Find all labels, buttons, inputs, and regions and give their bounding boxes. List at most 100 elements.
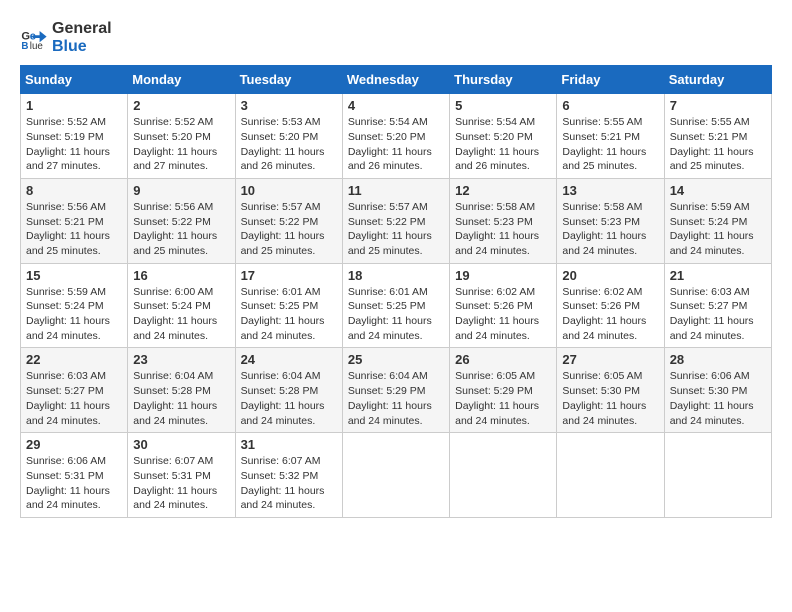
- weekday-header-cell: Sunday: [21, 66, 128, 94]
- day-info: Sunrise: 5:55 AM Sunset: 5:21 PM Dayligh…: [562, 115, 658, 174]
- day-number: 18: [348, 268, 444, 283]
- day-number: 21: [670, 268, 766, 283]
- day-number: 2: [133, 98, 229, 113]
- day-number: 5: [455, 98, 551, 113]
- day-info: Sunrise: 6:05 AM Sunset: 5:30 PM Dayligh…: [562, 369, 658, 428]
- day-cell: 20 Sunrise: 6:02 AM Sunset: 5:26 PM Dayl…: [557, 263, 664, 348]
- day-cell: [450, 433, 557, 518]
- day-cell: 16 Sunrise: 6:00 AM Sunset: 5:24 PM Dayl…: [128, 263, 235, 348]
- day-info: Sunrise: 6:01 AM Sunset: 5:25 PM Dayligh…: [348, 285, 444, 344]
- day-info: Sunrise: 6:01 AM Sunset: 5:25 PM Dayligh…: [241, 285, 337, 344]
- day-cell: 30 Sunrise: 6:07 AM Sunset: 5:31 PM Dayl…: [128, 433, 235, 518]
- day-number: 7: [670, 98, 766, 113]
- logo-line2: Blue: [52, 38, 112, 56]
- day-number: 8: [26, 183, 122, 198]
- day-cell: 1 Sunrise: 5:52 AM Sunset: 5:19 PM Dayli…: [21, 94, 128, 179]
- day-cell: 19 Sunrise: 6:02 AM Sunset: 5:26 PM Dayl…: [450, 263, 557, 348]
- calendar-body: 1 Sunrise: 5:52 AM Sunset: 5:19 PM Dayli…: [21, 94, 772, 518]
- day-cell: 6 Sunrise: 5:55 AM Sunset: 5:21 PM Dayli…: [557, 94, 664, 179]
- day-number: 4: [348, 98, 444, 113]
- day-number: 29: [26, 437, 122, 452]
- day-cell: 4 Sunrise: 5:54 AM Sunset: 5:20 PM Dayli…: [342, 94, 449, 179]
- day-cell: 29 Sunrise: 6:06 AM Sunset: 5:31 PM Dayl…: [21, 433, 128, 518]
- day-info: Sunrise: 6:06 AM Sunset: 5:31 PM Dayligh…: [26, 454, 122, 513]
- day-info: Sunrise: 5:52 AM Sunset: 5:19 PM Dayligh…: [26, 115, 122, 174]
- day-number: 3: [241, 98, 337, 113]
- day-number: 25: [348, 352, 444, 367]
- svg-text:lue: lue: [30, 41, 44, 52]
- day-info: Sunrise: 5:57 AM Sunset: 5:22 PM Dayligh…: [348, 200, 444, 259]
- day-cell: 8 Sunrise: 5:56 AM Sunset: 5:21 PM Dayli…: [21, 178, 128, 263]
- weekday-header-row: SundayMondayTuesdayWednesdayThursdayFrid…: [21, 66, 772, 94]
- day-cell: 17 Sunrise: 6:01 AM Sunset: 5:25 PM Dayl…: [235, 263, 342, 348]
- day-cell: 3 Sunrise: 5:53 AM Sunset: 5:20 PM Dayli…: [235, 94, 342, 179]
- logo-icon: G e B lue: [20, 24, 48, 52]
- day-cell: 31 Sunrise: 6:07 AM Sunset: 5:32 PM Dayl…: [235, 433, 342, 518]
- day-info: Sunrise: 6:02 AM Sunset: 5:26 PM Dayligh…: [562, 285, 658, 344]
- day-number: 30: [133, 437, 229, 452]
- day-cell: 25 Sunrise: 6:04 AM Sunset: 5:29 PM Dayl…: [342, 348, 449, 433]
- weekday-header-cell: Tuesday: [235, 66, 342, 94]
- day-info: Sunrise: 6:05 AM Sunset: 5:29 PM Dayligh…: [455, 369, 551, 428]
- weekday-header-cell: Thursday: [450, 66, 557, 94]
- day-cell: 12 Sunrise: 5:58 AM Sunset: 5:23 PM Dayl…: [450, 178, 557, 263]
- day-cell: 22 Sunrise: 6:03 AM Sunset: 5:27 PM Dayl…: [21, 348, 128, 433]
- day-cell: [664, 433, 771, 518]
- logo: G e B lue General Blue: [20, 20, 112, 55]
- day-info: Sunrise: 5:54 AM Sunset: 5:20 PM Dayligh…: [348, 115, 444, 174]
- weekday-header-cell: Wednesday: [342, 66, 449, 94]
- day-cell: 21 Sunrise: 6:03 AM Sunset: 5:27 PM Dayl…: [664, 263, 771, 348]
- day-info: Sunrise: 6:06 AM Sunset: 5:30 PM Dayligh…: [670, 369, 766, 428]
- day-number: 14: [670, 183, 766, 198]
- day-info: Sunrise: 5:52 AM Sunset: 5:20 PM Dayligh…: [133, 115, 229, 174]
- day-number: 17: [241, 268, 337, 283]
- day-cell: 24 Sunrise: 6:04 AM Sunset: 5:28 PM Dayl…: [235, 348, 342, 433]
- day-number: 12: [455, 183, 551, 198]
- day-cell: 7 Sunrise: 5:55 AM Sunset: 5:21 PM Dayli…: [664, 94, 771, 179]
- day-info: Sunrise: 5:59 AM Sunset: 5:24 PM Dayligh…: [670, 200, 766, 259]
- day-cell: 15 Sunrise: 5:59 AM Sunset: 5:24 PM Dayl…: [21, 263, 128, 348]
- weekday-header-cell: Saturday: [664, 66, 771, 94]
- day-number: 11: [348, 183, 444, 198]
- weekday-header-cell: Monday: [128, 66, 235, 94]
- day-number: 24: [241, 352, 337, 367]
- calendar-table: SundayMondayTuesdayWednesdayThursdayFrid…: [20, 65, 772, 518]
- day-cell: 2 Sunrise: 5:52 AM Sunset: 5:20 PM Dayli…: [128, 94, 235, 179]
- day-number: 27: [562, 352, 658, 367]
- day-cell: 27 Sunrise: 6:05 AM Sunset: 5:30 PM Dayl…: [557, 348, 664, 433]
- day-info: Sunrise: 5:57 AM Sunset: 5:22 PM Dayligh…: [241, 200, 337, 259]
- header: G e B lue General Blue: [20, 20, 772, 55]
- day-number: 10: [241, 183, 337, 198]
- day-number: 9: [133, 183, 229, 198]
- day-cell: 5 Sunrise: 5:54 AM Sunset: 5:20 PM Dayli…: [450, 94, 557, 179]
- day-info: Sunrise: 5:53 AM Sunset: 5:20 PM Dayligh…: [241, 115, 337, 174]
- day-info: Sunrise: 6:03 AM Sunset: 5:27 PM Dayligh…: [670, 285, 766, 344]
- day-cell: 13 Sunrise: 5:58 AM Sunset: 5:23 PM Dayl…: [557, 178, 664, 263]
- day-info: Sunrise: 6:07 AM Sunset: 5:32 PM Dayligh…: [241, 454, 337, 513]
- day-number: 28: [670, 352, 766, 367]
- week-row: 29 Sunrise: 6:06 AM Sunset: 5:31 PM Dayl…: [21, 433, 772, 518]
- day-info: Sunrise: 5:56 AM Sunset: 5:22 PM Dayligh…: [133, 200, 229, 259]
- day-info: Sunrise: 5:59 AM Sunset: 5:24 PM Dayligh…: [26, 285, 122, 344]
- day-info: Sunrise: 6:00 AM Sunset: 5:24 PM Dayligh…: [133, 285, 229, 344]
- day-number: 13: [562, 183, 658, 198]
- day-cell: 9 Sunrise: 5:56 AM Sunset: 5:22 PM Dayli…: [128, 178, 235, 263]
- svg-text:B: B: [21, 41, 28, 52]
- day-info: Sunrise: 5:58 AM Sunset: 5:23 PM Dayligh…: [562, 200, 658, 259]
- day-number: 6: [562, 98, 658, 113]
- day-number: 22: [26, 352, 122, 367]
- day-cell: [557, 433, 664, 518]
- day-number: 23: [133, 352, 229, 367]
- day-info: Sunrise: 5:54 AM Sunset: 5:20 PM Dayligh…: [455, 115, 551, 174]
- day-cell: [342, 433, 449, 518]
- week-row: 15 Sunrise: 5:59 AM Sunset: 5:24 PM Dayl…: [21, 263, 772, 348]
- day-number: 26: [455, 352, 551, 367]
- day-info: Sunrise: 5:55 AM Sunset: 5:21 PM Dayligh…: [670, 115, 766, 174]
- day-info: Sunrise: 6:02 AM Sunset: 5:26 PM Dayligh…: [455, 285, 551, 344]
- day-info: Sunrise: 5:58 AM Sunset: 5:23 PM Dayligh…: [455, 200, 551, 259]
- day-cell: 10 Sunrise: 5:57 AM Sunset: 5:22 PM Dayl…: [235, 178, 342, 263]
- day-cell: 18 Sunrise: 6:01 AM Sunset: 5:25 PM Dayl…: [342, 263, 449, 348]
- day-number: 19: [455, 268, 551, 283]
- day-info: Sunrise: 6:04 AM Sunset: 5:29 PM Dayligh…: [348, 369, 444, 428]
- day-cell: 28 Sunrise: 6:06 AM Sunset: 5:30 PM Dayl…: [664, 348, 771, 433]
